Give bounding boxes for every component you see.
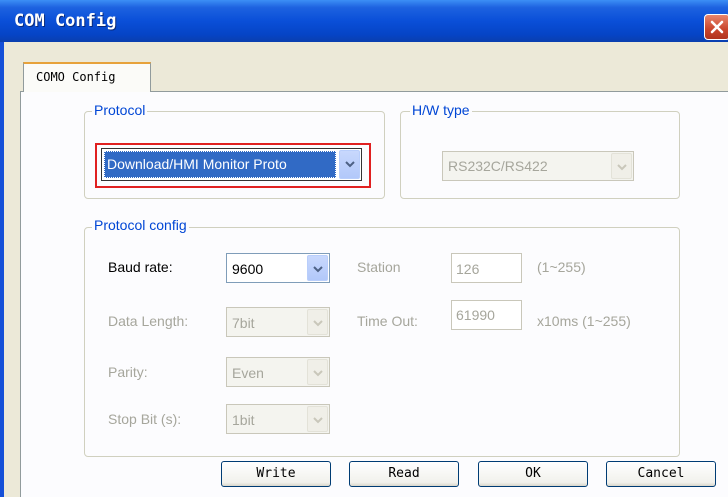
tab-label: COMO Config [36,70,116,84]
station-label: Station [357,259,401,275]
read-button-label: Read [388,466,420,481]
window-title: COM Config [14,11,117,31]
time-out-range: x10ms (1~255) [537,313,631,329]
time-out-value: 61990 [456,307,495,323]
ok-button[interactable]: OK [478,461,588,487]
station-range: (1~255) [537,259,586,275]
read-button[interactable]: Read [349,461,459,487]
cancel-button-label: Cancel [637,466,685,481]
baud-rate-value: 9600 [232,261,264,277]
chevron-down-icon [617,164,627,171]
chevron-down-icon [313,320,323,327]
protocol-select[interactable]: Download/HMI Monitor Proto [101,148,362,181]
time-out-field[interactable]: 61990 [451,300,522,330]
stop-bit-dropdown-button[interactable] [307,406,328,432]
data-length-select[interactable]: 7bit [226,307,330,337]
chevron-down-icon [313,266,323,273]
write-button[interactable]: Write [221,461,331,487]
baud-rate-dropdown-button[interactable] [307,255,328,281]
parity-select[interactable]: Even [226,357,330,387]
ok-button-label: OK [525,466,541,481]
hw-type-dropdown-button[interactable] [611,153,632,179]
protocol-legend: Protocol [92,102,148,118]
protocol-dropdown-button[interactable] [339,150,360,179]
stop-bit-label: Stop Bit (s): [108,411,182,427]
tab-como-config[interactable]: COMO Config [23,62,151,92]
dialog-window: COM Config COMO Config Protocol Download… [0,0,728,497]
station-field[interactable]: 126 [451,253,522,283]
chevron-down-icon [313,370,323,377]
chevron-down-icon [345,161,355,168]
hw-type-legend: H/W type [410,102,472,118]
station-value: 126 [456,261,480,277]
baud-rate-select[interactable]: 9600 [226,253,330,283]
hw-type-select-value: RS232C/RS422 [448,158,548,174]
data-length-dropdown-button[interactable] [307,309,328,335]
parity-dropdown-button[interactable] [307,359,328,385]
close-icon [710,20,724,34]
time-out-label: Time Out: [357,313,418,329]
protocol-select-value: Download/HMI Monitor Proto [107,156,287,172]
write-button-label: Write [256,466,296,481]
close-button[interactable] [704,14,728,40]
title-bar[interactable]: COM Config [0,0,728,42]
chevron-down-icon [313,417,323,424]
baud-rate-label: Baud rate: [108,259,173,275]
window-border [0,42,4,497]
data-length-value: 7bit [232,315,255,331]
cancel-button[interactable]: Cancel [606,461,716,487]
protocol-config-legend: Protocol config [92,217,189,233]
stop-bit-select[interactable]: 1bit [226,404,330,434]
data-length-label: Data Length: [108,313,189,329]
parity-value: Even [232,365,264,381]
parity-label: Parity: [108,364,148,380]
stop-bit-value: 1bit [232,412,255,428]
hw-type-select[interactable]: RS232C/RS422 [442,151,634,181]
